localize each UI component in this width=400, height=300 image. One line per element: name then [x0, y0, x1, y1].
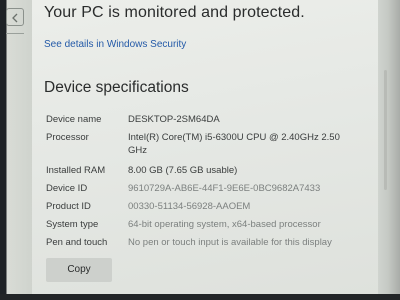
copy-button[interactable]: Copy [46, 258, 112, 282]
about-panel: Your PC is monitored and protected. See … [32, 0, 378, 300]
spec-label: Pen and touch [46, 237, 108, 248]
spec-value: 9610729A-AB6E-44F1-9E6E-0BC9682A7433 [128, 183, 321, 194]
device-specifications-heading: Device specifications [44, 79, 189, 96]
spec-value: DESKTOP-2SM64DA [128, 114, 220, 125]
scrollbar[interactable] [384, 70, 387, 190]
sidebar-divider [6, 28, 24, 34]
spec-value: No pen or touch input is available for t… [128, 237, 332, 248]
spec-label: Device name [46, 114, 102, 125]
protection-status-title: Your PC is monitored and protected. [44, 4, 305, 21]
spec-label: Product ID [46, 201, 91, 212]
back-arrow-icon [12, 13, 18, 23]
sidebar-strip [0, 0, 32, 300]
spec-value: 64-bit operating system, x64-based proce… [128, 219, 321, 230]
back-button[interactable] [6, 8, 24, 26]
windows-security-link[interactable]: See details in Windows Security [44, 39, 186, 50]
right-edge-background [378, 0, 400, 300]
spec-value: 8.00 GB (7.65 GB usable) [128, 165, 238, 176]
spec-label: Processor [46, 132, 89, 143]
spec-label: Installed RAM [46, 165, 106, 176]
spec-label: Device ID [46, 183, 88, 194]
spec-label: System type [46, 219, 99, 230]
spec-value: Intel(R) Core(TM) i5-6300U CPU @ 2.40GHz… [128, 132, 340, 156]
monitor-bezel [0, 294, 400, 300]
spec-value: 00330-51134-56928-AAOEM [128, 201, 251, 212]
